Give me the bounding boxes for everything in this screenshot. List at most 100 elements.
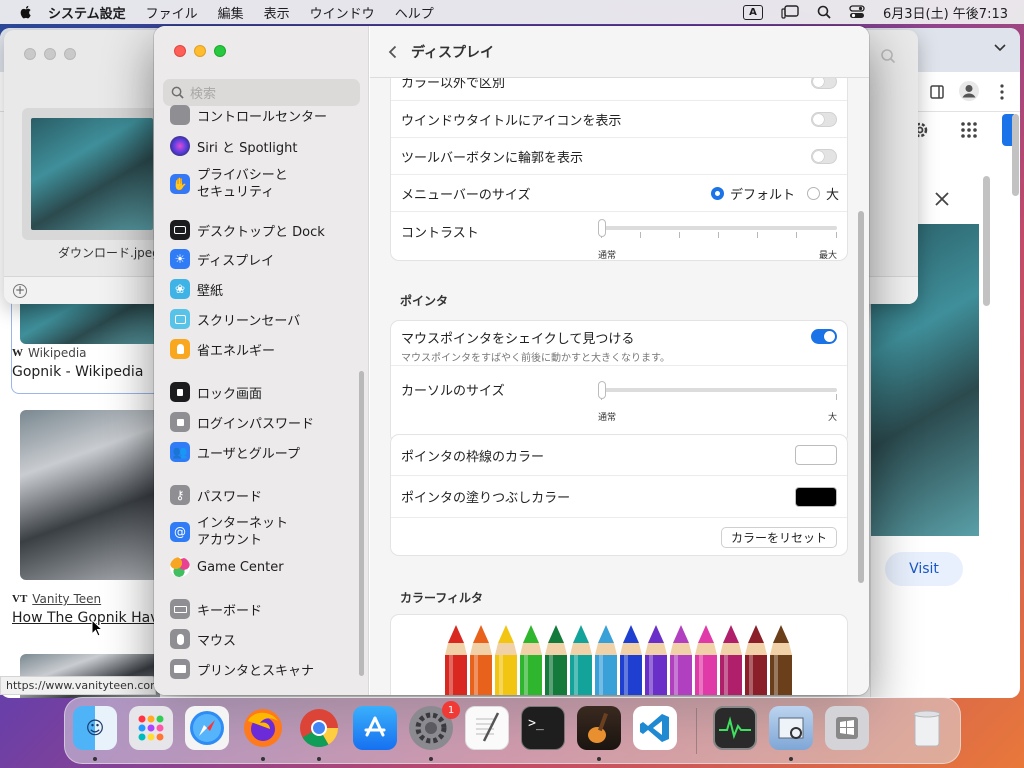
preview-close-button[interactable] — [24, 48, 36, 60]
browser-scrollbar[interactable] — [1012, 114, 1019, 196]
sidebar-item-users-groups[interactable]: 👥 ユーザとグループ — [170, 439, 300, 465]
finder-icon[interactable]: ☺ — [73, 706, 117, 750]
close-button[interactable] — [174, 45, 186, 57]
menu-window[interactable]: ウインドウ — [310, 3, 375, 22]
preview-icon[interactable] — [769, 706, 813, 750]
menubar-clock[interactable]: 6月3日(土) 午後7:13 — [883, 3, 1008, 22]
sidebar-item-display[interactable]: ☀ ディスプレイ — [170, 246, 274, 272]
menu-app-name[interactable]: システム設定 — [48, 3, 126, 22]
content-scrollbar[interactable] — [858, 211, 864, 583]
garageband-icon[interactable] — [577, 706, 621, 750]
control-center-icon[interactable] — [849, 5, 865, 19]
minimize-button[interactable] — [194, 45, 206, 57]
visit-button[interactable]: Visit — [885, 552, 963, 586]
menubar-size-default-option[interactable]: デフォルト — [711, 184, 795, 203]
boot-camp-icon[interactable] — [825, 706, 869, 750]
sidebar-item-lock-screen[interactable]: ロック画面 — [170, 379, 262, 405]
vscode-icon[interactable] — [633, 706, 677, 750]
sidebar-item-desktop-dock[interactable]: デスクトップと Dock — [170, 217, 325, 243]
cursor-size-slider-knob[interactable] — [598, 381, 606, 399]
toolbar-button-shapes-toggle[interactable] — [811, 148, 837, 164]
sidebar-item-internet-accounts[interactable]: @ インターネット アカウント — [170, 512, 288, 552]
sidebar-search-field[interactable]: 検索 — [163, 79, 360, 106]
menu-view[interactable]: 表示 — [264, 3, 290, 22]
shake-to-locate-toggle[interactable] — [811, 329, 837, 344]
menu-file[interactable]: ファイル — [146, 3, 198, 22]
stage-manager-icon[interactable] — [781, 5, 799, 19]
key-icon: ⚷ — [170, 485, 190, 505]
reset-colors-button[interactable]: カラーをリセット — [720, 527, 837, 548]
window-title-icons-toggle[interactable] — [811, 111, 837, 127]
reset-colors-row: カラーをリセット — [391, 517, 847, 557]
add-icon[interactable]: + — [13, 284, 27, 298]
safari-icon[interactable] — [185, 706, 229, 750]
firefox-icon[interactable] — [241, 706, 285, 750]
sidebar-item-label: プリンタとスキャナ — [197, 663, 315, 679]
contrast-slider-knob[interactable] — [598, 219, 606, 237]
close-panel-icon[interactable] — [935, 192, 949, 206]
cursor-size-row: カーソルのサイズ 通常 大 — [391, 365, 847, 445]
color-pencil — [620, 625, 642, 695]
reset-colors-label: カラーをリセット — [730, 531, 827, 545]
cursor-size-slider-track[interactable] — [601, 388, 837, 392]
shake-to-locate-row: マウスポインタをシェイクして見つける マウスポインタをすばやく前後に動かすと大き… — [391, 321, 847, 365]
sidebar-item-privacy-security[interactable]: ✋ プライバシーと セキュリティ — [170, 164, 288, 204]
preview-minimize-button[interactable] — [44, 48, 56, 60]
profile-avatar-icon[interactable] — [958, 80, 980, 102]
input-method-indicator[interactable]: A — [742, 4, 763, 20]
sidebar-item-label: 省エネルギー — [197, 343, 276, 359]
sidebar-item-printers-scanners[interactable]: プリンタとスキャナ — [170, 656, 314, 682]
dock: ☺ 1 >_ — [64, 697, 961, 764]
sidebar-item-wallpaper[interactable]: ❀ 壁紙 — [170, 276, 223, 302]
menubar-size-large-option[interactable]: 大 — [807, 184, 839, 203]
fill-color-well[interactable] — [795, 486, 837, 507]
spotlight-search-icon[interactable] — [817, 5, 831, 19]
control-center-icon — [170, 105, 190, 125]
zoom-button[interactable] — [214, 45, 226, 57]
launchpad-icon[interactable] — [129, 706, 173, 750]
apple-logo-icon[interactable] — [18, 4, 34, 20]
sidebar-toggle-icon[interactable] — [930, 85, 944, 99]
sidebar-item-mouse[interactable]: マウス — [170, 626, 236, 652]
back-chevron-icon[interactable] — [388, 45, 397, 59]
pointer-group: マウスポインタをシェイクして見つける マウスポインタをすばやく前後に動かすと大き… — [390, 320, 848, 444]
chrome-icon[interactable] — [297, 706, 341, 750]
menubar-large-radio[interactable] — [807, 186, 820, 200]
sidebar-item-game-center[interactable]: Game Center — [170, 554, 284, 580]
menu-help[interactable]: ヘルプ — [395, 3, 434, 22]
result-image[interactable] — [20, 410, 160, 580]
sidebar-item-screensaver[interactable]: スクリーンセーバ — [170, 306, 300, 332]
preview-thumbnail-frame[interactable] — [22, 108, 158, 240]
sidebar-item-keyboard[interactable]: キーボード — [170, 596, 262, 622]
panel-scrollbar[interactable] — [983, 176, 990, 306]
menubar-default-radio[interactable] — [711, 186, 724, 200]
contrast-slider-track[interactable] — [601, 226, 837, 230]
terminal-icon[interactable]: >_ — [521, 706, 565, 750]
color-pencil — [670, 625, 692, 695]
sidebar-item-label: ディスプレイ — [197, 253, 275, 269]
result-card[interactable]: VT Vanity Teen How The Gopnik Hav — [12, 592, 162, 626]
sidebar-item-label: マウス — [197, 633, 237, 649]
outline-color-well[interactable] — [795, 445, 837, 465]
preview-search-icon[interactable] — [880, 48, 896, 64]
sidebar-item-control-center[interactable]: コントロールセンター — [170, 103, 327, 125]
login-lock-icon — [170, 412, 190, 432]
browser-menu-icon[interactable] — [1000, 84, 1004, 100]
apps-grid-icon[interactable] — [961, 122, 977, 138]
menu-edit[interactable]: 編集 — [218, 3, 244, 22]
sidebar-item-passwords[interactable]: ⚷ パスワード — [170, 482, 262, 508]
tab-list-chevron-icon[interactable] — [994, 44, 1006, 52]
preview-filename[interactable]: ダウンロード.jpeg — [58, 244, 160, 261]
sidebar-item-energy-saver[interactable]: 省エネルギー — [170, 336, 275, 362]
trash-icon[interactable] — [905, 706, 949, 750]
sidebar-item-login-password[interactable]: ログインパスワード — [170, 409, 314, 435]
sidebar-scrollbar[interactable] — [359, 371, 364, 676]
sidebar-item-label: Siri と Spotlight — [197, 140, 298, 156]
app-store-icon[interactable] — [353, 706, 397, 750]
sidebar-item-siri-spotlight[interactable]: Siri と Spotlight — [170, 133, 297, 159]
sidebar-item-label: 壁紙 — [197, 283, 224, 299]
result-title[interactable]: How The Gopnik Hav — [12, 610, 162, 626]
preview-zoom-button[interactable] — [64, 48, 76, 60]
activity-monitor-icon[interactable] — [713, 706, 757, 750]
textedit-icon[interactable] — [465, 706, 509, 750]
